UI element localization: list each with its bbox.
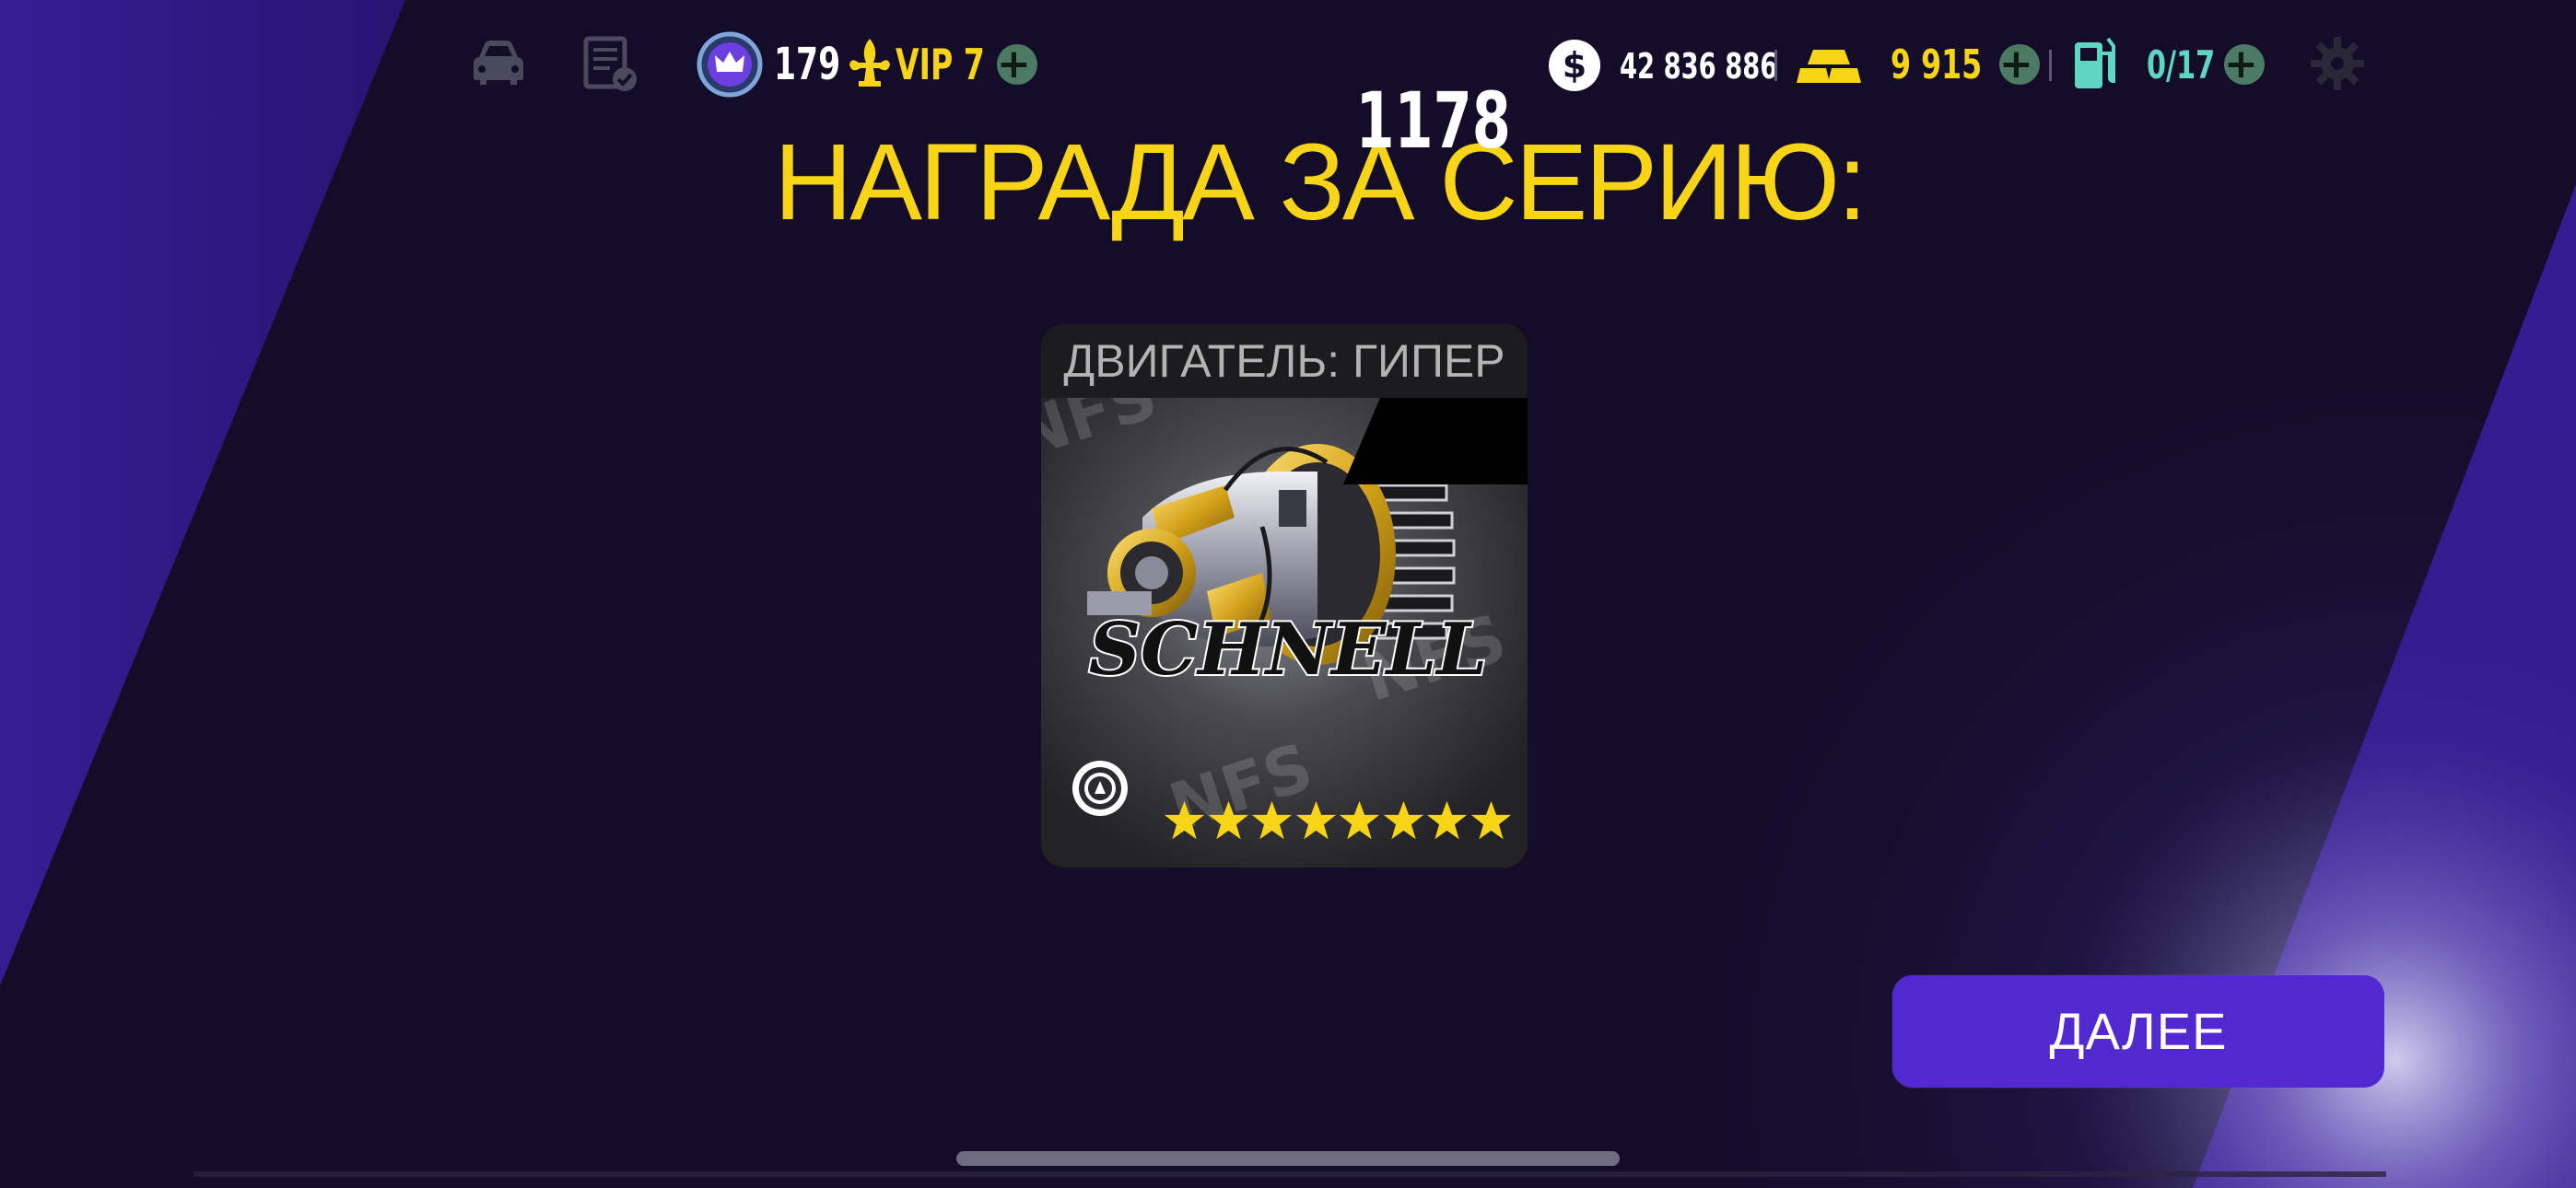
star-icon	[1426, 800, 1468, 840]
next-button[interactable]: ДАЛЕЕ	[1892, 975, 2384, 1088]
gold-bars-icon	[1797, 48, 1861, 85]
star-icon	[1339, 800, 1380, 840]
dollar-icon: $	[1548, 39, 1601, 92]
checklist-icon[interactable]	[582, 35, 639, 94]
top-bar: 179 VIP 7 + $ 42 836 886 9 915 + 0/17 +	[0, 0, 2576, 129]
player-level: 179	[774, 39, 841, 90]
divider	[1774, 50, 1777, 81]
star-icon	[1251, 800, 1293, 840]
divider	[2049, 50, 2052, 81]
star-icon	[1470, 800, 1511, 840]
vip-label: VIP 7	[896, 40, 985, 89]
gold-amount: 9 915	[1891, 41, 1983, 88]
value-badge	[1343, 398, 1528, 484]
reward-card[interactable]: NFS NFS NFS SCHNELL ДВИГАТЕЛЬ: ГИПЕР	[1041, 324, 1528, 868]
car-icon[interactable]	[470, 37, 527, 88]
fuel-add-button[interactable]: +	[2224, 44, 2265, 85]
svg-text:$: $	[1563, 45, 1587, 86]
brand-logo: SCHNELL	[1089, 608, 1488, 692]
star-rating	[1163, 799, 1513, 843]
home-indicator[interactable]	[956, 1151, 1620, 1166]
fuel-pump-icon	[2071, 35, 2117, 92]
star-icon	[1383, 800, 1423, 840]
star-icon	[1164, 800, 1205, 840]
reward-value: 1178	[1355, 76, 1511, 166]
vip-add-button[interactable]: +	[997, 44, 1037, 85]
gear-icon[interactable]	[2309, 35, 2366, 92]
crown-icon[interactable]	[697, 31, 763, 98]
star-icon	[1295, 800, 1336, 840]
star-icon	[1208, 800, 1248, 840]
fleur-de-lis-icon	[848, 37, 892, 90]
gold-add-button[interactable]: +	[1999, 44, 2040, 85]
reward-header: ДВИГАТЕЛЬ: ГИПЕР	[1041, 324, 1528, 398]
cash-amount: 42 836 886	[1620, 46, 1778, 87]
page-title: НАГРАДА ЗА СЕРИЮ:	[774, 122, 1868, 243]
fuel-amount: 0/17	[2147, 41, 2216, 87]
